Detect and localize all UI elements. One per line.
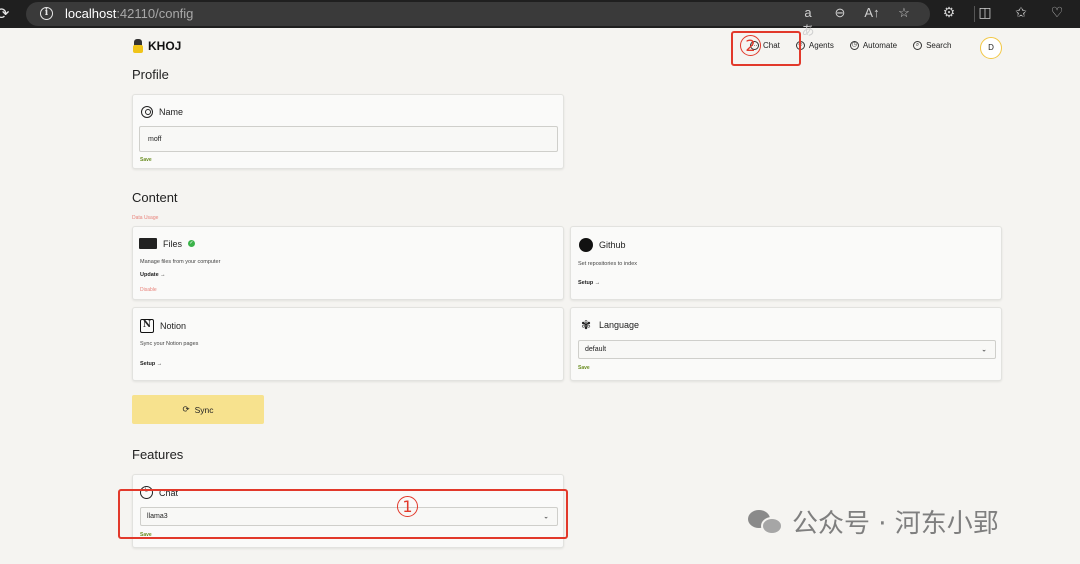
name-card-title: Name	[141, 106, 183, 118]
khoj-logo-icon	[132, 39, 144, 53]
split-screen-icon[interactable]: ◫	[976, 4, 994, 21]
github-card-description: Set repositories to index	[578, 261, 638, 267]
nav-agents-label: Agents	[808, 41, 834, 50]
translate-icon[interactable]: aあ	[800, 5, 816, 39]
url-text[interactable]: localhost:42110/config	[65, 6, 193, 21]
language-card: ✾ Language default ⌄ Save	[570, 307, 1002, 381]
notion-setup-button[interactable]: Setup →	[140, 361, 162, 367]
github-card-title: Github	[579, 238, 626, 252]
extensions-icon[interactable]: ⚙	[940, 4, 958, 21]
files-update-button[interactable]: Update →	[140, 272, 166, 278]
nav-automate[interactable]: ◷ Automate	[849, 41, 898, 50]
configured-check-icon: ✓	[188, 240, 196, 247]
language-save-button[interactable]: Save	[578, 365, 590, 371]
language-icon: ✾	[580, 318, 592, 332]
language-card-title: ✾ Language	[579, 318, 639, 332]
reload-icon[interactable]: ⟳	[0, 4, 9, 24]
url-path: :42110/config	[116, 6, 194, 21]
sync-button-label: Sync	[194, 404, 214, 415]
browser-toolbar-icons: ⚙ ◫ ✩ ♡	[940, 4, 1066, 21]
khoj-logo-text: KHOJ	[148, 39, 182, 53]
notion-icon: N	[140, 319, 154, 333]
address-bar[interactable]: i localhost:42110/config aあ ⊖ A↑ ☆	[26, 2, 930, 38]
nav-agents[interactable]: ☺ Agents	[795, 41, 834, 50]
language-select-value: default	[585, 346, 607, 353]
computer-icon	[139, 238, 157, 249]
toolbar-divider	[974, 6, 975, 22]
name-input[interactable]: moff	[139, 126, 558, 152]
annotation-number-2: 2	[740, 35, 761, 56]
notion-card: N Notion Sync your Notion pages Setup →	[132, 307, 564, 381]
notion-card-label: Notion	[160, 321, 187, 331]
notion-card-title: N Notion	[140, 319, 186, 333]
files-card: Files ✓ Manage files from your computer …	[132, 226, 564, 300]
browser-essentials-icon[interactable]: ♡	[1048, 4, 1066, 21]
sync-icon: ⟳	[182, 404, 190, 414]
language-card-label: Language	[599, 320, 640, 330]
favorite-star-icon[interactable]: ☆	[896, 5, 912, 39]
name-card-label: Name	[159, 107, 184, 117]
favorites-icon[interactable]: ✩	[1012, 4, 1030, 21]
user-avatar[interactable]: D	[980, 37, 1002, 59]
github-card: Github Set repositories to index Setup →	[570, 226, 1002, 300]
automate-icon: ◷	[849, 41, 859, 50]
search-icon: ⌕	[913, 41, 923, 50]
site-info-icon[interactable]: i	[40, 7, 53, 20]
files-card-title: Files ✓	[139, 238, 196, 249]
features-heading: Features	[132, 447, 184, 462]
wechat-watermark: 公众号 · 河东小郢	[748, 503, 999, 540]
browser-toolbar: ⟳ i localhost:42110/config aあ ⊖ A↑ ☆ ⚙ ◫…	[0, 0, 1080, 38]
profile-heading: Profile	[132, 67, 169, 82]
language-select[interactable]: default ⌄	[578, 340, 996, 359]
chevron-down-icon: ⌄	[981, 346, 987, 354]
notion-card-description: Sync your Notion pages	[140, 341, 199, 347]
watermark-text: 公众号 · 河东小郢	[792, 509, 999, 539]
github-icon	[579, 238, 593, 252]
annotation-box-1	[118, 489, 568, 539]
files-disable-button[interactable]: Disable	[140, 287, 157, 293]
github-card-label: Github	[599, 240, 626, 250]
github-setup-button[interactable]: Setup →	[578, 280, 600, 286]
name-save-button[interactable]: Save	[140, 157, 152, 163]
user-icon	[141, 106, 153, 118]
data-usage-link[interactable]: Data Usage	[132, 215, 158, 221]
annotation-number-1: 1	[397, 496, 418, 517]
read-aloud-icon[interactable]: A↑	[864, 5, 880, 39]
content-heading: Content	[132, 190, 178, 205]
nav-search[interactable]: ⌕ Search	[913, 41, 951, 50]
name-card: Name moff Save	[132, 94, 564, 169]
khoj-logo[interactable]: KHOJ	[132, 39, 181, 53]
url-host: localhost	[65, 6, 117, 21]
address-bar-actions: aあ ⊖ A↑ ☆	[800, 5, 912, 39]
nav-automate-label: Automate	[862, 41, 898, 50]
files-card-description: Manage files from your computer	[140, 259, 221, 265]
files-card-label: Files	[163, 238, 183, 249]
sync-button[interactable]: ⟳ Sync	[132, 395, 264, 424]
zoom-icon[interactable]: ⊖	[832, 5, 848, 39]
wechat-logo-icon	[748, 508, 784, 536]
nav-search-label: Search	[926, 41, 952, 50]
